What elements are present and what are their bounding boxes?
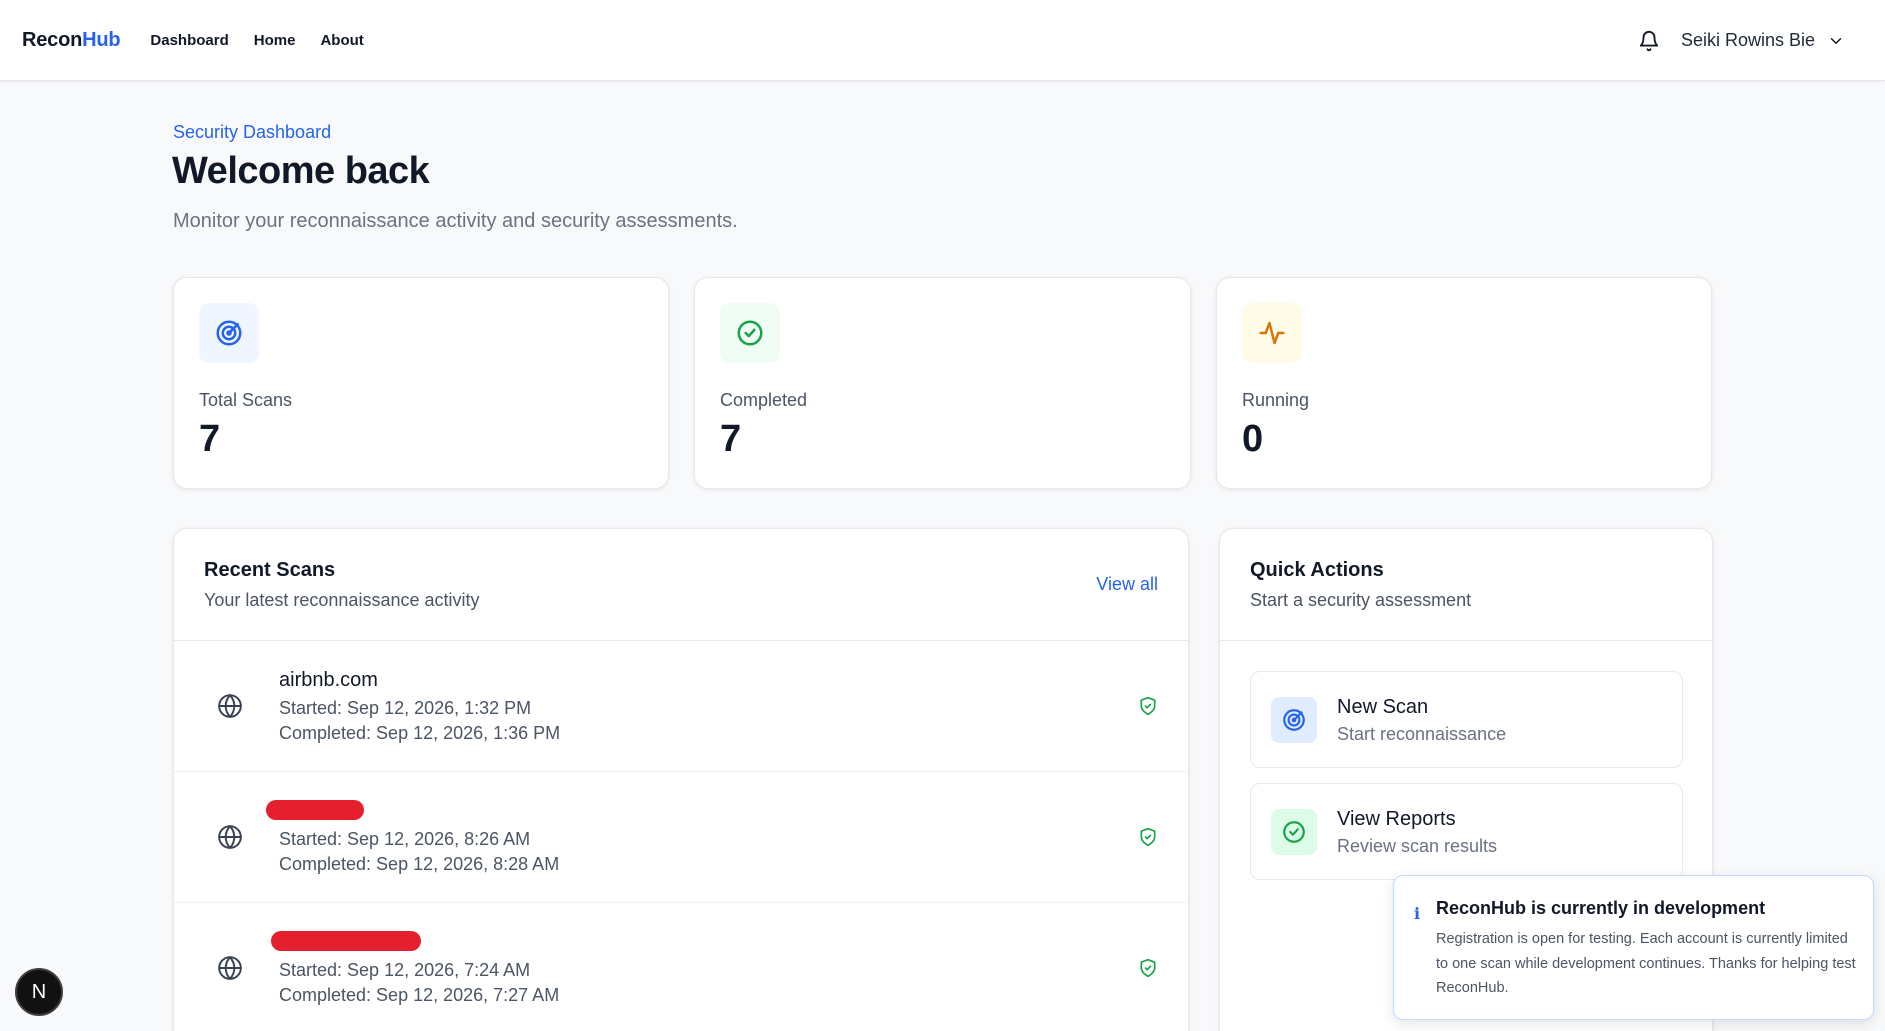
- shield-check-icon: [1138, 827, 1158, 847]
- redaction-mark: [266, 800, 364, 820]
- recent-scans-header: Recent Scans Your latest reconnaissance …: [204, 559, 479, 611]
- stat-value: 0: [1242, 418, 1264, 460]
- recent-scans-subtitle: Your latest reconnaissance activity: [204, 590, 480, 610]
- redaction-mark: [271, 931, 421, 951]
- toast-title: ReconHub is currently in development: [1436, 898, 1766, 918]
- quick-actions-title: Quick Actions: [1250, 559, 1384, 581]
- bell-icon[interactable]: [1637, 29, 1661, 53]
- shield-check-icon: [1138, 958, 1158, 978]
- scan-domain-redacted: [271, 931, 559, 956]
- brand-name-part2: Hub: [82, 28, 121, 51]
- scan-details: Started: Sep 12, 2026, 8:26 AM Completed…: [266, 800, 559, 875]
- scan-started: Started: Sep 12, 2026, 8:26 AM: [279, 829, 531, 849]
- page-subtitle: Monitor your reconnaissance activity and…: [173, 210, 738, 232]
- dev-notice-toast[interactable]: i ReconHub is currently in development R…: [1393, 875, 1874, 1020]
- scan-row[interactable]: Started: Sep 12, 2026, 8:26 AM Completed…: [174, 772, 1188, 903]
- scan-details: Started: Sep 12, 2026, 7:24 AM Completed…: [271, 931, 559, 1006]
- user-menu-name[interactable]: Seiki Rowins Bie: [1681, 30, 1815, 51]
- view-reports-button[interactable]: View Reports Review scan results: [1250, 783, 1683, 880]
- nav-home-link[interactable]: Home: [254, 32, 296, 49]
- shield-check-icon: [1138, 696, 1158, 716]
- scan-started: Started: Sep 12, 2026, 7:24 AM: [279, 960, 531, 980]
- radar-icon: [1271, 697, 1317, 743]
- recent-scans-title: Recent Scans: [204, 559, 336, 581]
- quick-actions-header: Quick Actions Start a security assessmen…: [1250, 559, 1471, 611]
- main-nav: Dashboard Home About: [150, 32, 363, 49]
- recent-scans-panel: Recent Scans Your latest reconnaissance …: [173, 528, 1189, 1031]
- globe-icon: [217, 693, 243, 719]
- divider: [1220, 640, 1712, 641]
- quick-actions-subtitle: Start a security assessment: [1250, 590, 1472, 610]
- stat-card-total-scans: Total Scans 7: [173, 277, 669, 489]
- check-circle-icon: [1271, 809, 1317, 855]
- top-navigation-bar: ReconHub Dashboard Home About Seiki Rowi…: [0, 0, 1885, 81]
- globe-icon: [217, 824, 243, 850]
- activity-icon: [1242, 303, 1302, 363]
- stat-label: Running: [1242, 390, 1310, 410]
- scan-details: airbnb.com Started: Sep 12, 2026, 1:32 P…: [279, 669, 560, 744]
- user-area: Seiki Rowins Bie: [1637, 0, 1845, 81]
- stat-value: 7: [720, 418, 742, 460]
- dev-tools-badge[interactable]: N: [15, 968, 63, 1016]
- globe-icon: [217, 955, 243, 981]
- toast-body: Registration is open for testing. Each a…: [1436, 931, 1856, 996]
- info-icon: i: [1414, 904, 1421, 923]
- action-title: New Scan: [1337, 696, 1429, 718]
- page-title: Welcome back: [172, 150, 430, 192]
- scan-completed: Completed: Sep 12, 2026, 1:36 PM: [279, 723, 561, 743]
- stat-label: Total Scans: [199, 390, 293, 410]
- stat-card-completed: Completed 7: [694, 277, 1191, 489]
- brand-logo[interactable]: ReconHub: [22, 28, 121, 52]
- new-scan-button[interactable]: New Scan Start reconnaissance: [1250, 671, 1683, 768]
- scan-row[interactable]: Started: Sep 12, 2026, 7:24 AM Completed…: [174, 903, 1188, 1031]
- scan-started: Started: Sep 12, 2026, 1:32 PM: [279, 698, 532, 718]
- nav-dashboard-link[interactable]: Dashboard: [150, 32, 228, 49]
- check-circle-icon: [720, 303, 780, 363]
- stat-label: Completed: [720, 390, 808, 410]
- view-all-link[interactable]: View all: [1096, 574, 1158, 595]
- stat-card-running: Running 0: [1216, 277, 1712, 489]
- scan-completed: Completed: Sep 12, 2026, 8:28 AM: [279, 854, 560, 874]
- scan-row[interactable]: airbnb.com Started: Sep 12, 2026, 1:32 P…: [174, 641, 1188, 772]
- nav-about-link[interactable]: About: [320, 32, 363, 49]
- scan-domain: airbnb.com: [279, 669, 378, 691]
- radar-icon: [199, 303, 259, 363]
- stat-value: 7: [199, 418, 221, 460]
- chevron-down-icon[interactable]: [1827, 32, 1845, 50]
- page-eyebrow: Security Dashboard: [173, 122, 332, 142]
- action-subtitle: Start reconnaissance: [1337, 724, 1507, 744]
- scan-domain-redacted: [266, 800, 559, 825]
- action-title: View Reports: [1337, 808, 1456, 830]
- scan-completed: Completed: Sep 12, 2026, 7:27 AM: [279, 985, 560, 1005]
- action-subtitle: Review scan results: [1337, 836, 1498, 856]
- brand-name-part1: Recon: [22, 28, 83, 51]
